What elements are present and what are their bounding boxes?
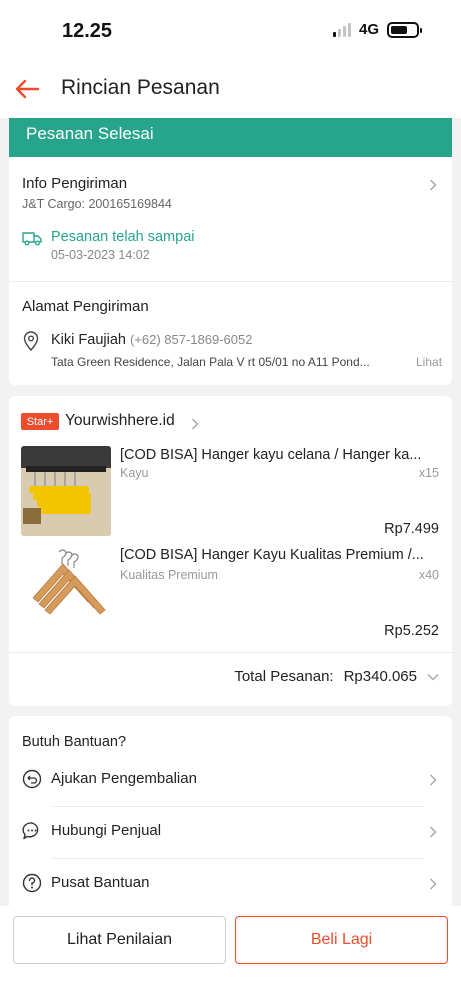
help-circle-icon: [22, 873, 42, 893]
view-review-button[interactable]: Lihat Penilaian: [13, 916, 226, 964]
delivery-status: Pesanan telah sampai: [51, 229, 195, 245]
shop-card: Star+ Yourwishhere.id [COD BISA] Hanger …: [9, 396, 452, 706]
chat-icon: [22, 821, 42, 841]
back-arrow-icon[interactable]: [12, 74, 42, 104]
page-title: Rincian Pesanan: [61, 76, 220, 99]
return-icon: [22, 769, 42, 789]
chevron-right-icon: [429, 878, 439, 890]
help-item-contact-seller[interactable]: Hubungi Penjual: [9, 806, 452, 858]
truck-icon: [22, 230, 42, 251]
product-price: Rp7.499: [384, 521, 439, 537]
status-bar: 12.25 4G: [0, 0, 461, 62]
signal-icon: [332, 22, 351, 37]
recipient-line: Kiki Faujiah (+62) 857-1869-6052: [51, 332, 252, 348]
product-image-wooden-hangers[interactable]: [21, 546, 111, 636]
product-variant: Kualitas Premium: [120, 568, 218, 582]
product-quantity: x15: [418, 466, 439, 480]
delivery-datetime: 05-03-2023 14:02: [51, 248, 150, 262]
buy-again-button[interactable]: Beli Lagi: [235, 916, 448, 964]
app-header: Rincian Pesanan: [0, 62, 461, 118]
location-pin-icon: [23, 331, 39, 356]
product-variant: Kayu: [120, 466, 149, 480]
bottom-action-bar: Lihat Penilaian Beli Lagi: [0, 906, 461, 1000]
order-total[interactable]: Total Pesanan: Rp340.065: [234, 668, 439, 685]
recipient-address: Tata Green Residence, Jalan Pala V rt 05…: [51, 355, 370, 369]
shipping-info-title[interactable]: Info Pengiriman: [22, 175, 127, 192]
divider: [9, 652, 452, 653]
star-plus-badge: Star+: [21, 413, 59, 430]
help-card: Butuh Bantuan? Ajukan Pengembalian Hubun…: [9, 716, 452, 906]
shipping-address-title: Alamat Pengiriman: [22, 298, 149, 315]
total-value: Rp340.065: [343, 668, 417, 685]
product-price: Rp5.252: [384, 623, 439, 639]
chevron-right-icon[interactable]: [191, 418, 201, 430]
status-time: 12.25: [62, 20, 113, 42]
status-indicators: 4G: [332, 21, 422, 38]
recipient-phone: (+62) 857-1869-6052: [129, 332, 253, 347]
product-name[interactable]: [COD BISA] Hanger Kayu Kualitas Premium …: [120, 547, 440, 563]
order-status-banner: Pesanan Selesai: [9, 118, 452, 157]
help-item-label: Pusat Bantuan: [51, 874, 150, 891]
help-item-return[interactable]: Ajukan Pengembalian: [9, 754, 452, 806]
recipient-name: Kiki Faujiah: [51, 332, 126, 348]
network-type: 4G: [358, 21, 379, 38]
help-item-help-center[interactable]: Pusat Bantuan: [9, 858, 452, 910]
chevron-right-icon: [429, 774, 439, 786]
total-label: Total Pesanan:: [234, 668, 334, 685]
help-item-label: Hubungi Penjual: [51, 822, 162, 839]
address-more-link[interactable]: Lihat: [416, 355, 442, 369]
shop-name[interactable]: Yourwishhere.id: [65, 412, 175, 430]
chevron-down-icon[interactable]: [427, 668, 439, 685]
divider: [9, 281, 452, 282]
chevron-right-icon[interactable]: [429, 179, 439, 191]
help-item-label: Ajukan Pengembalian: [51, 770, 197, 787]
help-title: Butuh Bantuan?: [22, 734, 127, 750]
courier-tracking: J&T Cargo: 200165169844: [22, 197, 172, 211]
product-image-hanger-rack[interactable]: [21, 446, 111, 536]
shipping-card: Info Pengiriman J&T Cargo: 200165169844 …: [9, 157, 452, 385]
chevron-right-icon: [429, 826, 439, 838]
product-quantity: x40: [418, 568, 439, 582]
battery-icon: [387, 21, 422, 38]
product-name[interactable]: [COD BISA] Hanger kayu celana / Hanger k…: [120, 447, 440, 463]
